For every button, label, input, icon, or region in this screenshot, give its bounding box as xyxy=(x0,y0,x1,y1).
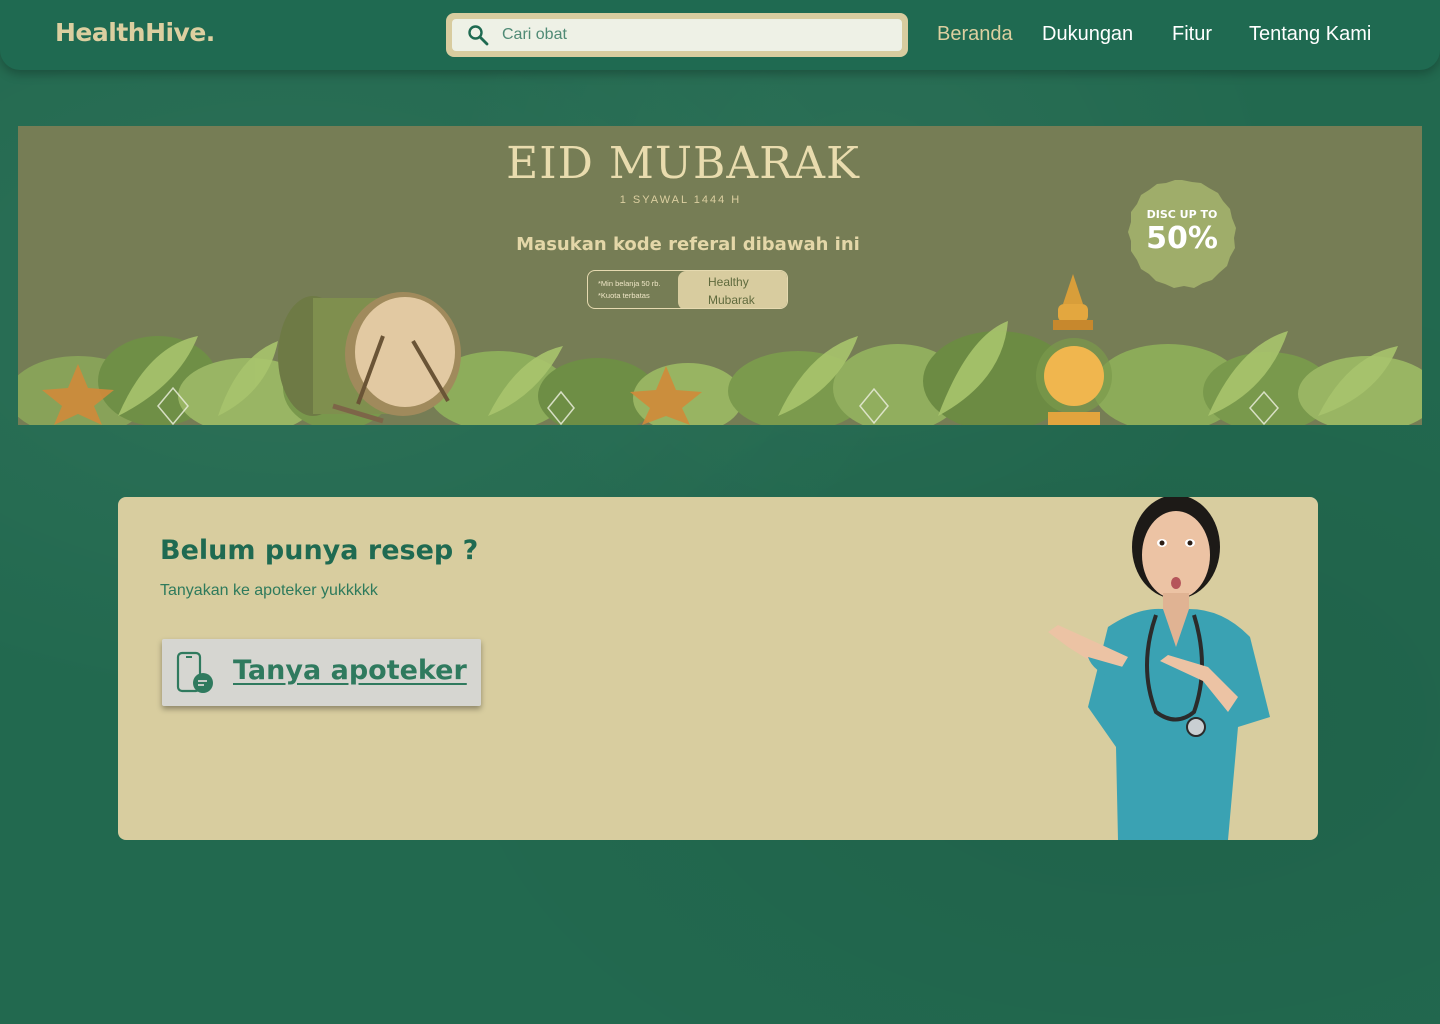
search-icon[interactable] xyxy=(466,23,490,47)
nav-beranda[interactable]: Beranda xyxy=(937,23,1013,46)
pharmacist-illustration xyxy=(1048,497,1270,840)
search-input[interactable] xyxy=(502,19,892,51)
referral-code-box[interactable]: *Min belanja 50 rb. *Kuota terbatas Heal… xyxy=(587,270,788,309)
navbar: HealthHive. Beranda Dukungan Fitur Tenta… xyxy=(0,0,1440,70)
referral-note-min: *Min belanja 50 rb. xyxy=(598,279,661,288)
nav-fitur[interactable]: Fitur xyxy=(1172,23,1212,46)
promo-banner[interactable]: EID MUBARAK 1 SYAWAL 1444 H Masukan kode… xyxy=(18,126,1422,425)
ask-pharmacist-label: Tanya apoteker xyxy=(233,655,467,686)
referral-code-line-1: Healthy xyxy=(708,275,749,289)
discount-value: 50% xyxy=(1146,221,1218,256)
banner-title: EID MUBARAK xyxy=(506,138,860,189)
referral-notes: *Min belanja 50 rb. *Kuota terbatas xyxy=(598,278,661,302)
referral-note-quota: *Kuota terbatas xyxy=(598,291,650,300)
referral-code[interactable]: Healthy Mubarak xyxy=(678,271,787,308)
search-bar[interactable] xyxy=(446,13,908,57)
search-field-container[interactable] xyxy=(452,19,902,51)
logo[interactable]: HealthHive. xyxy=(55,18,215,47)
consult-pharmacist-card: Belum punya resep ? Tanyakan ke apoteker… xyxy=(118,497,1318,840)
phone-chat-icon xyxy=(176,651,213,693)
banner-date: 1 SYAWAL 1444 H xyxy=(619,194,742,206)
consult-subtitle: Tanyakan ke apoteker yukkkkk xyxy=(160,582,378,599)
referral-code-line-2: Mubarak xyxy=(708,293,755,307)
ask-pharmacist-button[interactable]: Tanya apoteker xyxy=(162,639,481,706)
nav-tentang-kami[interactable]: Tentang Kami xyxy=(1249,23,1371,46)
nav-dukungan[interactable]: Dukungan xyxy=(1042,23,1133,46)
consult-title: Belum punya resep ? xyxy=(160,535,479,566)
discount-label: DISC UP TO xyxy=(1146,208,1218,221)
